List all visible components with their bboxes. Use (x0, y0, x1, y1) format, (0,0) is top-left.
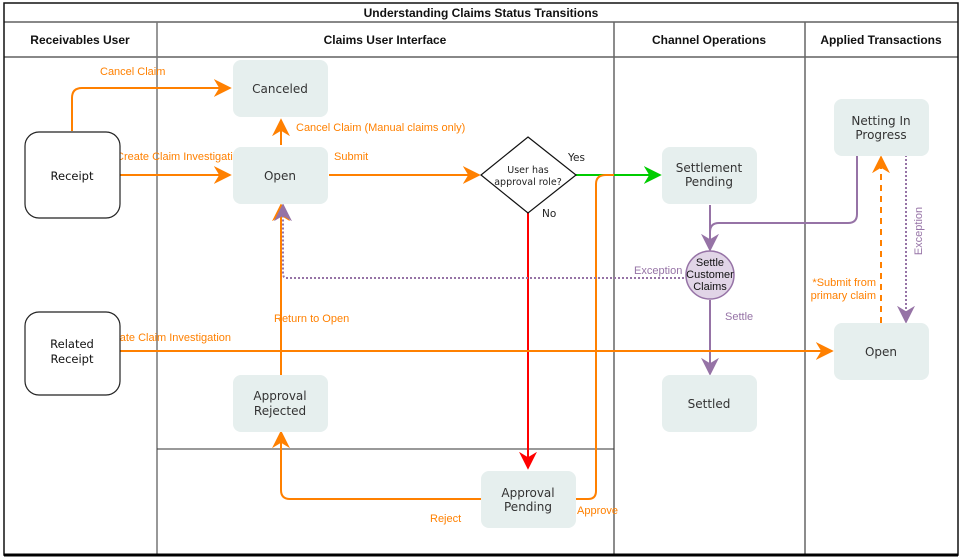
state-settlement-pending-line2: Pending (685, 175, 733, 189)
state-netting-in-progress[interactable]: Netting In Progress (834, 99, 929, 156)
lane-header-receivables-user: Receivables User (30, 33, 130, 47)
state-approval-pending-line1: Approval (501, 486, 554, 500)
label-cancel-manual: Cancel Claim (Manual claims only) (296, 122, 465, 134)
state-approval-rejected-line2: Rejected (254, 404, 306, 418)
actor-related-receipt-line2: Receipt (51, 352, 94, 366)
state-settlement-pending-line1: Settlement (676, 161, 743, 175)
label-yes: Yes (567, 152, 585, 164)
lane-header-claims-user-interface: Claims User Interface (324, 33, 447, 47)
process-line1: Settle (696, 257, 724, 269)
state-open[interactable]: Open (233, 147, 328, 204)
label-exception-applied: Exception (913, 207, 925, 255)
label-no: No (542, 208, 556, 220)
process-line3: Claims (693, 281, 727, 293)
state-settlement-pending[interactable]: Settlement Pending (662, 147, 757, 204)
actor-related-receipt-line1: Related (50, 337, 94, 351)
state-applied-open[interactable]: Open (834, 323, 929, 380)
state-approval-rejected-line1: Approval (253, 389, 306, 403)
state-settled[interactable]: Settled (662, 375, 757, 432)
label-cancel-claim: Cancel Claim (100, 66, 165, 78)
label-submit-primary-line1: *Submit from (812, 277, 876, 289)
actor-receipt[interactable]: Receipt (24, 131, 121, 219)
state-applied-open-label: Open (865, 345, 897, 359)
label-submit: Submit (334, 151, 368, 163)
label-exception-channel: Exception (634, 265, 682, 277)
lane-header-channel-operations: Channel Operations (652, 33, 766, 47)
label-create-investigation-related: Create Claim Investigation (102, 332, 231, 344)
decision-line2: approval role? (494, 177, 562, 188)
state-open-label: Open (264, 169, 296, 183)
process-settle-customer-claims[interactable]: Settle Customer Claims (685, 250, 735, 300)
decision-line1: User has (507, 165, 549, 176)
label-submit-primary-line2: primary claim (811, 290, 876, 302)
lane-header-applied-transactions: Applied Transactions (820, 33, 942, 47)
actor-receipt-label: Receipt (51, 169, 94, 183)
label-create-investigation: Create Claim Investigation (116, 151, 245, 163)
actor-related-receipt[interactable]: Related Receipt (24, 311, 121, 396)
state-approval-pending[interactable]: Approval Pending (481, 471, 576, 528)
label-return-to-open: Return to Open (274, 313, 349, 325)
state-approval-rejected[interactable]: Approval Rejected (233, 375, 328, 432)
state-approval-pending-line2: Pending (504, 500, 552, 514)
label-reject: Reject (430, 513, 461, 525)
state-netting-line1: Netting In (851, 114, 910, 128)
state-canceled-label: Canceled (252, 82, 308, 96)
process-line2: Customer (686, 269, 734, 281)
state-canceled[interactable]: Canceled (233, 60, 328, 117)
diagram-title: Understanding Claims Status Transitions (364, 6, 599, 20)
state-netting-line2: Progress (855, 128, 906, 142)
claims-status-diagram: Understanding Claims Status Transitions … (3, 2, 959, 557)
label-approve: Approve (577, 505, 618, 517)
state-settled-label: Settled (688, 397, 731, 411)
label-settle: Settle (725, 311, 753, 323)
